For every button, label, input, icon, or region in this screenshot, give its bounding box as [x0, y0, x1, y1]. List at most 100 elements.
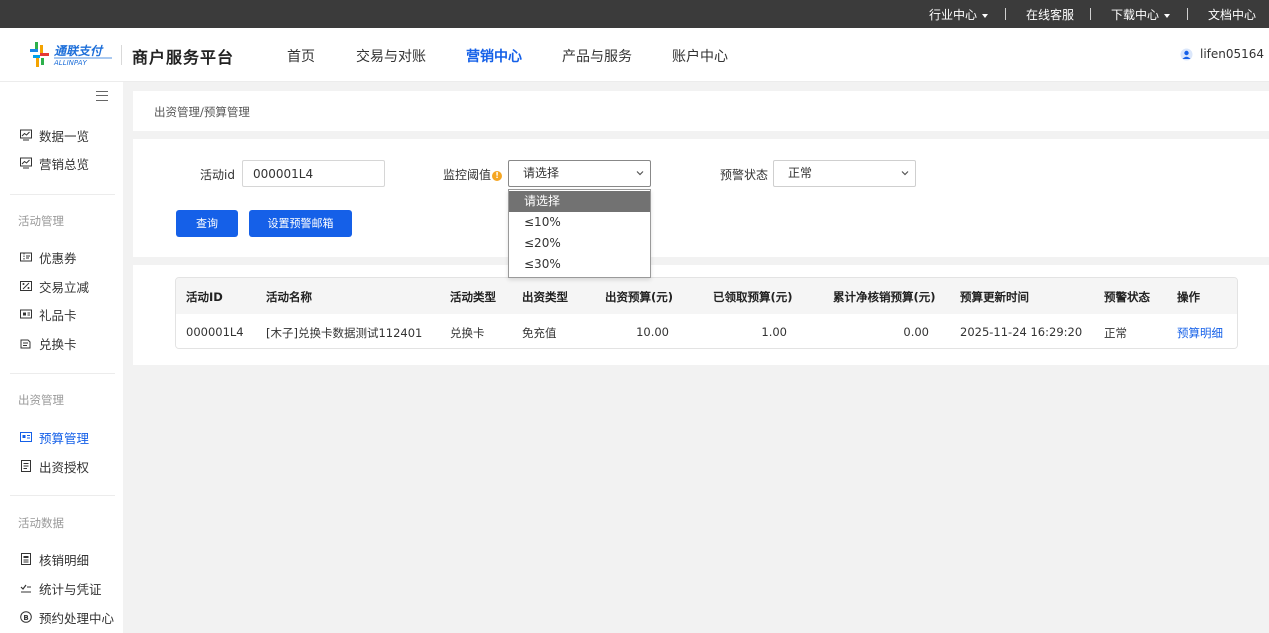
coin-icon: B — [20, 611, 32, 623]
alert-status-value: 正常 — [788, 166, 813, 180]
gift-card-icon — [20, 309, 32, 319]
alert-status-label: 预警状态 — [720, 168, 769, 182]
sidebar: 数据一览 营销总览 活动管理 优惠券 交易立减 礼品卡 兑换卡 出资管理 预算管… — [0, 82, 123, 633]
table-card: 活动ID 活动名称 活动类型 出资类型 出资预算(元) 已领取预算(元) 累计净… — [133, 265, 1269, 365]
platform-title: 商户服务平台 — [132, 48, 235, 67]
sidebar-group-title: 出资管理 — [18, 393, 64, 407]
filter-card: 活动id 监控阈值! 请选择 预警状态 正常 查询 设置预警邮箱 — [133, 139, 1269, 257]
sidebar-item-label: 交易立减 — [39, 280, 90, 295]
nav-home[interactable]: 首页 — [287, 46, 315, 66]
sidebar-item-label: 预算管理 — [39, 431, 90, 446]
chevron-down-icon — [636, 171, 644, 176]
divider — [1187, 8, 1188, 20]
exchange-card-icon — [20, 339, 31, 349]
logo-divider — [121, 45, 122, 65]
col-funding-budget: 出资预算(元) — [605, 290, 674, 304]
svg-text:通联支付: 通联支付 — [54, 44, 104, 58]
main-header: 通联支付 ALLINPAY 商户服务平台 首页 交易与对账 营销中心 产品与服务… — [0, 28, 1269, 82]
caret-down-icon — [982, 13, 989, 18]
cell-activity-name: [木子]兑换卡数据测试112401 — [266, 326, 423, 340]
breadcrumb: 出资管理/预算管理 — [154, 105, 250, 119]
discount-icon — [20, 281, 32, 291]
threshold-option-10[interactable]: ≤10% — [509, 212, 650, 233]
info-warning-icon[interactable]: ! — [492, 171, 503, 181]
ledger-icon — [21, 553, 31, 565]
sidebar-item-label: 核销明细 — [39, 553, 90, 568]
svg-text:B: B — [23, 614, 28, 622]
cell-budget-update-time: 2025-11-24 16:29:20 — [960, 325, 1083, 339]
table-row: 000001L4 [木子]兑换卡数据测试112401 兑换卡 免充值 10.00… — [176, 314, 1237, 348]
chart-monitor-icon — [20, 129, 32, 141]
breadcrumb-card: 出资管理/预算管理 — [133, 91, 1269, 131]
col-budget-update-time: 预算更新时间 — [960, 290, 1029, 304]
sidebar-item-label: 数据一览 — [39, 129, 90, 144]
sidebar-group-title: 活动数据 — [18, 516, 64, 530]
check-list-icon — [20, 584, 31, 593]
user-avatar-icon — [1180, 48, 1193, 61]
chart-monitor-icon — [20, 157, 32, 169]
industry-center-label: 行业中心 — [929, 8, 978, 22]
threshold-label-text: 监控阈值 — [443, 168, 492, 182]
threshold-label: 监控阈值! — [443, 166, 503, 183]
menu-toggle-icon[interactable] — [96, 91, 108, 101]
nav-products-services[interactable]: 产品与服务 — [562, 46, 632, 66]
alert-status-select[interactable]: 正常 — [773, 160, 916, 187]
col-funding-type: 出资类型 — [522, 290, 568, 304]
cell-alert-status: 正常 — [1104, 326, 1127, 340]
set-alert-email-button[interactable]: 设置预警邮箱 — [249, 210, 352, 237]
threshold-dropdown-menu: 请选择 ≤10% ≤20% ≤30% — [508, 189, 651, 278]
sidebar-item-label: 礼品卡 — [39, 308, 77, 323]
nav-account-center[interactable]: 账户中心 — [672, 46, 728, 66]
coupon-icon — [20, 252, 32, 262]
sidebar-item-label: 出资授权 — [39, 460, 90, 475]
col-claimed-budget: 已领取预算(元) — [713, 290, 793, 304]
cell-activity-id: 000001L4 — [186, 325, 244, 339]
caret-down-icon — [1164, 13, 1171, 18]
col-alert-status: 预警状态 — [1104, 290, 1150, 304]
budget-icon — [20, 432, 32, 442]
nav-marketing-center[interactable]: 营销中心 — [466, 46, 522, 66]
cell-funding-type: 免充值 — [522, 326, 557, 340]
sidebar-item-label: 优惠券 — [39, 251, 77, 266]
col-activity-name: 活动名称 — [266, 290, 312, 304]
industry-center-menu[interactable]: 行业中心 — [929, 0, 989, 28]
threshold-selected-value: 请选择 — [523, 166, 560, 180]
sidebar-divider — [10, 495, 115, 496]
online-service-link[interactable]: 在线客服 — [1026, 0, 1074, 28]
top-utility-bar: 行业中心 在线客服 下载中心 文档中心 — [0, 0, 1269, 28]
query-button[interactable]: 查询 — [176, 210, 238, 237]
username: lifen05164 — [1200, 47, 1265, 61]
document-icon — [21, 460, 31, 472]
sidebar-group-title: 活动管理 — [18, 214, 64, 228]
sidebar-item-label: 兑换卡 — [39, 337, 77, 352]
cell-funding-budget: 10.00 — [636, 325, 669, 339]
sidebar-item-label: 营销总览 — [39, 157, 90, 172]
threshold-option-20[interactable]: ≤20% — [509, 233, 650, 254]
sidebar-divider — [10, 194, 115, 195]
cell-activity-type: 兑换卡 — [450, 326, 485, 340]
col-actions: 操作 — [1177, 290, 1200, 304]
table-header: 活动ID 活动名称 活动类型 出资类型 出资预算(元) 已领取预算(元) 累计净… — [176, 278, 1237, 314]
allinpay-logo[interactable]: 通联支付 ALLINPAY — [30, 41, 114, 69]
sidebar-divider — [10, 373, 115, 374]
divider — [1005, 8, 1006, 20]
budget-detail-link[interactable]: 预算明细 — [1177, 325, 1223, 341]
activity-id-label: 活动id — [200, 168, 235, 182]
divider — [1090, 8, 1091, 20]
col-activity-type: 活动类型 — [450, 290, 496, 304]
col-activity-id: 活动ID — [186, 290, 223, 304]
cell-net-redeemed-budget: 0.00 — [903, 325, 929, 339]
col-net-redeemed-budget: 累计净核销预算(元) — [833, 290, 936, 304]
doc-center-link[interactable]: 文档中心 — [1208, 0, 1256, 28]
activity-id-input[interactable] — [242, 160, 385, 187]
threshold-select[interactable]: 请选择 — [508, 160, 651, 187]
nav-trade-reconcile[interactable]: 交易与对账 — [356, 46, 426, 66]
threshold-option-placeholder[interactable]: 请选择 — [509, 191, 650, 212]
svg-text:ALLINPAY: ALLINPAY — [53, 59, 88, 67]
budget-table: 活动ID 活动名称 活动类型 出资类型 出资预算(元) 已领取预算(元) 累计净… — [175, 277, 1238, 349]
download-center-menu[interactable]: 下载中心 — [1111, 0, 1171, 28]
threshold-option-30[interactable]: ≤30% — [509, 254, 650, 275]
download-center-label: 下载中心 — [1111, 8, 1160, 22]
sidebar-item-label: 统计与凭证 — [39, 582, 102, 597]
chevron-down-icon — [901, 171, 909, 176]
